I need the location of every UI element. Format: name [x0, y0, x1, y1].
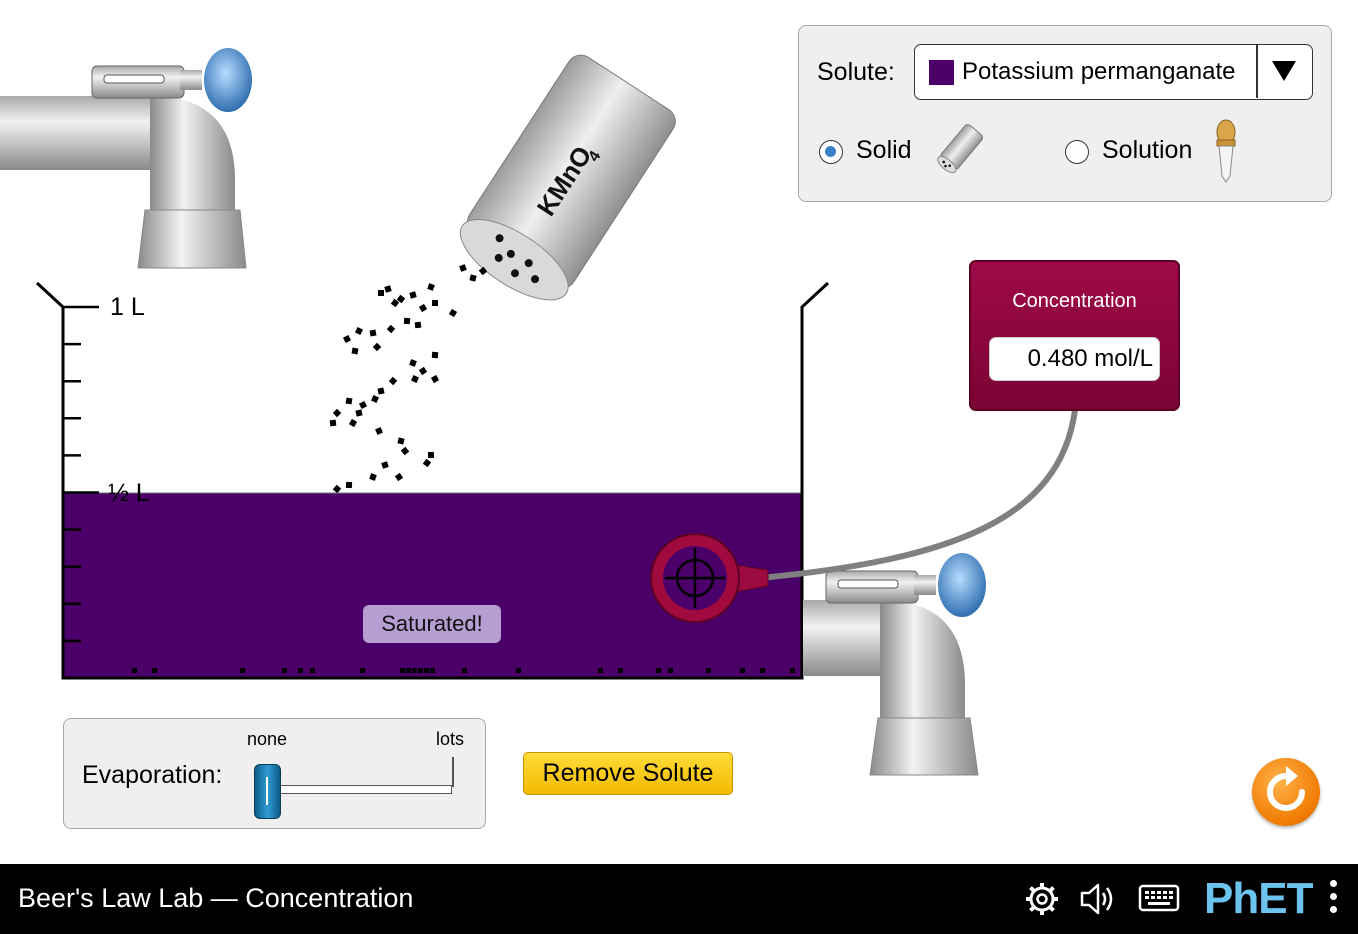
solute-particles: [329, 264, 488, 494]
concentration-meter-title: Concentration: [1012, 290, 1137, 312]
solution-radio[interactable]: [1065, 140, 1089, 164]
dropper-icon: [1216, 119, 1236, 183]
beaker-label-1l: 1 L: [110, 293, 145, 321]
concentration-readout: 0.480 mol/L: [989, 337, 1160, 381]
solute-selected-value: Potassium permanganate: [962, 58, 1236, 85]
solid-radio-label[interactable]: Solid: [856, 136, 912, 165]
sim-play-area: KMnO 4 1 L ½ L Saturated! Solute: Potass…: [0, 0, 1358, 864]
evaporation-max-label: lots: [436, 729, 465, 749]
remove-solute-button[interactable]: Remove Solute: [523, 752, 733, 795]
concentration-value: 0.480 mol/L: [1027, 345, 1153, 372]
gear-icon[interactable]: [1024, 879, 1060, 919]
evaporation-max-tick: [452, 757, 454, 787]
evaporation-label: Evaporation:: [82, 761, 223, 789]
shaker-icon: [937, 124, 984, 174]
speaker-icon[interactable]: [1078, 879, 1120, 919]
reset-icon: [1267, 766, 1305, 811]
solute-label: Solute:: [817, 58, 895, 86]
solute-panel: Solute: Potassium permanganate Solid Sol…: [798, 25, 1332, 202]
sim-title: Beer's Law Lab — Concentration: [18, 883, 414, 913]
solute-shaker[interactable]: KMnO 4: [448, 50, 681, 315]
beaker-label-half: ½ L: [108, 479, 150, 507]
reset-all-button[interactable]: [1252, 758, 1320, 826]
solute-color-swatch: [929, 60, 954, 85]
chevron-down-icon[interactable]: [1272, 61, 1296, 81]
more-options-icon[interactable]: [1330, 880, 1340, 920]
solute-combo-box[interactable]: Potassium permanganate: [914, 44, 1313, 100]
evaporation-slider-thumb[interactable]: [254, 764, 281, 819]
solid-radio[interactable]: [819, 140, 843, 164]
keyboard-icon[interactable]: [1138, 884, 1180, 914]
solution-radio-label[interactable]: Solution: [1102, 136, 1192, 165]
evaporation-min-label: none: [247, 729, 288, 749]
concentration-meter[interactable]: Concentration 0.480 mol/L: [969, 260, 1180, 411]
input-faucet[interactable]: [0, 48, 252, 269]
combo-divider: [1256, 45, 1258, 98]
phet-logo[interactable]: PhET: [1204, 874, 1313, 924]
evaporation-panel: Evaporation: none lots: [63, 718, 486, 829]
output-faucet[interactable]: [803, 553, 986, 776]
evaporation-slider-track[interactable]: [269, 785, 452, 794]
probe-wire: [759, 409, 1078, 581]
navigation-bar: Beer's Law Lab — Concentration PhET: [0, 864, 1358, 934]
saturated-indicator: Saturated!: [363, 605, 501, 643]
